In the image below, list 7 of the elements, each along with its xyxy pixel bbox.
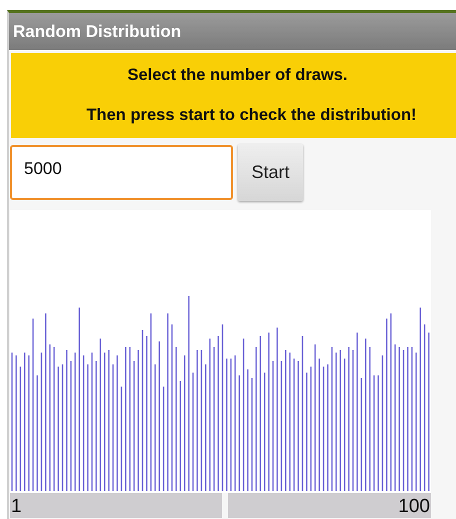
axis-max-label: 100 [228, 493, 431, 518]
axis-min-label: 1 [10, 493, 222, 518]
window-title: Random Distribution [9, 13, 456, 50]
instruction-text: Then press start to check the distribution! [86, 106, 417, 126]
start-button[interactable]: Start [238, 144, 303, 201]
instruction-text: Select the number of draws. [127, 66, 348, 85]
draws-input-field[interactable]: 5000 [10, 145, 233, 200]
